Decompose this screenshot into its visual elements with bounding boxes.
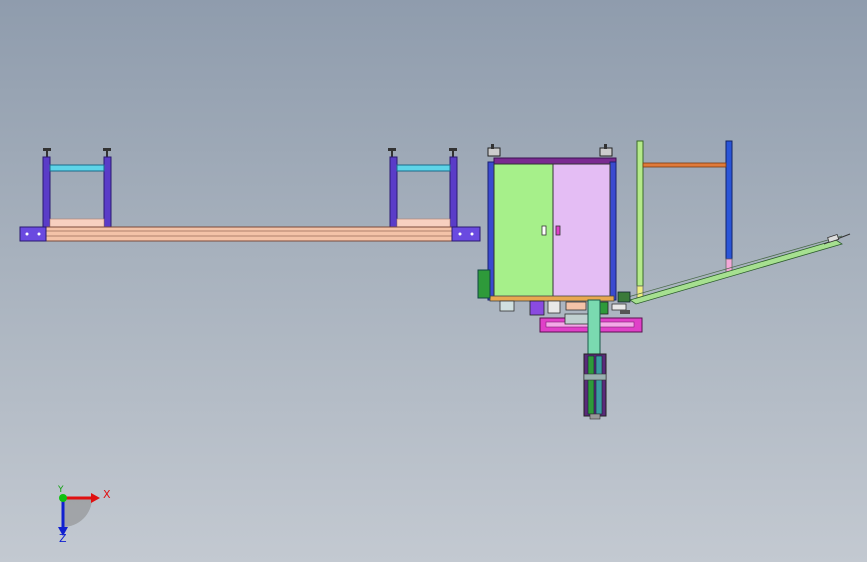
right-support-frame[interactable] <box>617 140 851 305</box>
y-axis-label: Y <box>58 485 64 495</box>
left-table-frame[interactable] <box>19 148 481 242</box>
x-axis-arrow-icon <box>91 493 100 503</box>
z-axis-label: Z <box>59 532 67 545</box>
cad-viewport[interactable]: X Y Z <box>0 0 867 562</box>
x-axis-label: X <box>103 488 111 501</box>
lower-mechanism[interactable] <box>499 299 643 420</box>
control-cabinet[interactable] <box>477 144 617 302</box>
coordinate-triad <box>58 493 100 536</box>
assembly-model[interactable] <box>0 0 867 562</box>
